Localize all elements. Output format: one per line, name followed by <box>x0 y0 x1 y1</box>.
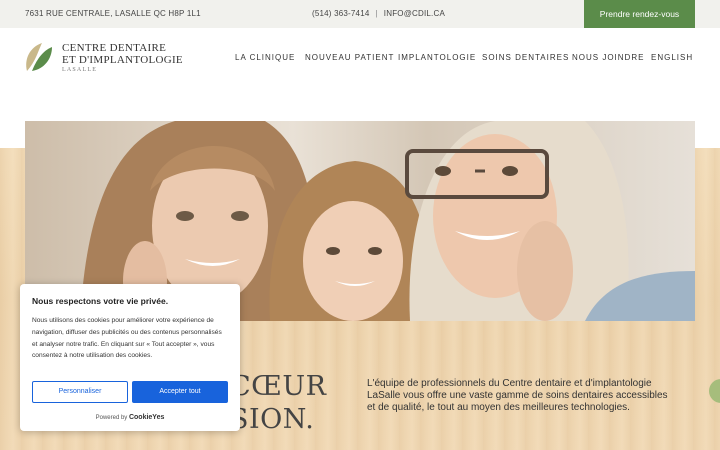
powered-by: Powered by CookieYes <box>20 414 240 421</box>
cookie-body: Nous utilisons des cookies pour améliore… <box>32 317 222 360</box>
powered-by-label: Powered by <box>95 415 128 421</box>
cookie-buttons: Personnaliser Accepter tout <box>32 381 228 403</box>
cookieyes-logo[interactable]: CookieYes <box>129 414 164 421</box>
phone-link[interactable]: (514) 363-7414 <box>312 9 370 18</box>
cookie-title: Nous respectons votre vie privée. <box>32 296 169 306</box>
nav-item-nouveau-patient[interactable]: NOUVEAU PATIENT <box>305 53 394 62</box>
headline-line-2: SION. <box>230 404 315 435</box>
accept-all-cookies-button[interactable]: Accepter tout <box>132 381 228 403</box>
hero-headline: CŒUR SION. <box>230 370 326 436</box>
logo-line-2: ET D'IMPLANTOLOGIE <box>62 54 183 66</box>
contact-separator: | <box>375 9 378 18</box>
contact-info: (514) 363-7414 | INFO@CDIL.CA <box>312 9 445 18</box>
top-bar: 7631 RUE CENTRALE, LASALLE QC H8P 1L1 (5… <box>0 0 720 28</box>
logo-leaf-icon[interactable] <box>24 41 54 73</box>
headline-line-1: CŒUR <box>230 371 327 402</box>
intro-paragraph: L'équipe de professionnels du Centre den… <box>367 378 668 413</box>
clinic-address: 7631 RUE CENTRALE, LASALLE QC H8P 1L1 <box>25 9 201 18</box>
site-header: CENTRE DENTAIRE ET D'IMPLANTOLOGIE LASAL… <box>0 28 720 88</box>
nav-item-soins-dentaires[interactable]: SOINS DENTAIRES <box>482 53 569 62</box>
logo-text[interactable]: CENTRE DENTAIRE ET D'IMPLANTOLOGIE LASAL… <box>62 42 183 73</box>
customize-cookies-button[interactable]: Personnaliser <box>32 381 128 403</box>
logo-line-1: CENTRE DENTAIRE <box>62 42 167 54</box>
logo-line-3: LASALLE <box>62 67 98 73</box>
book-appointment-button[interactable]: Prendre rendez-vous <box>584 0 695 28</box>
nav-item-implantologie[interactable]: IMPLANTOLOGIE <box>398 53 476 62</box>
nav-item-english[interactable]: ENGLISH <box>651 53 693 62</box>
email-link[interactable]: INFO@CDIL.CA <box>384 9 445 18</box>
cookie-consent-banner: Nous respectons votre vie privée. Nous u… <box>20 284 240 431</box>
nav-item-nous-joindre[interactable]: NOUS JOINDRE <box>572 53 644 62</box>
nav-item-la-clinique[interactable]: LA CLINIQUE <box>235 53 295 62</box>
